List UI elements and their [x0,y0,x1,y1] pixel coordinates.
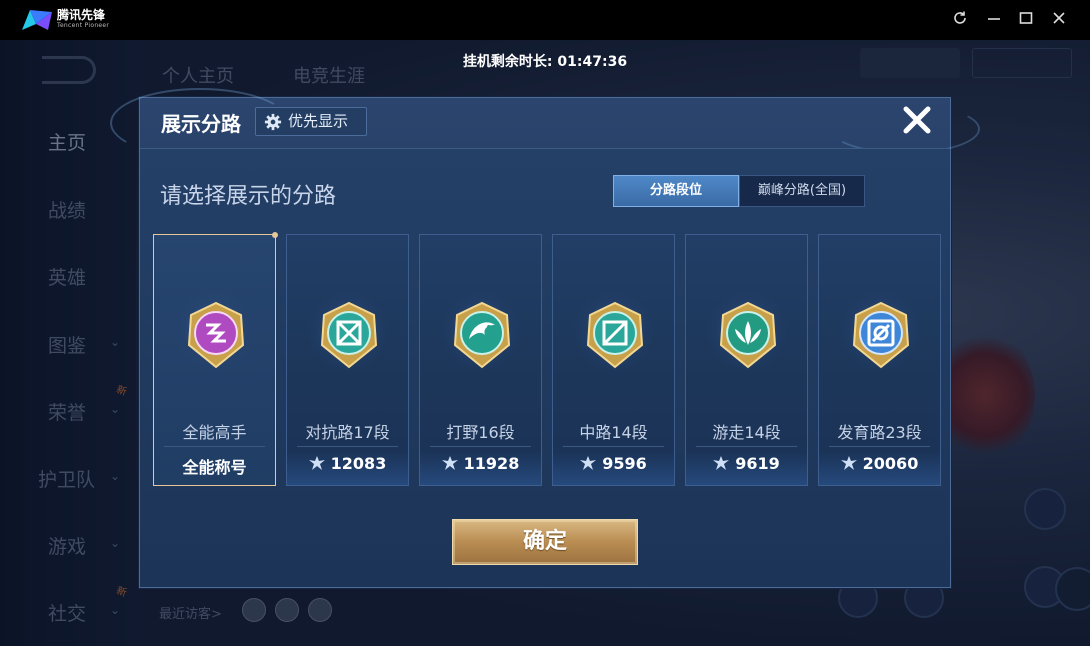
tab-peak-lane[interactable]: 巅峰分路(全国) [739,175,865,207]
selected-indicator [272,232,278,238]
lane-card-roam[interactable]: 游走14段 9619 [685,234,808,486]
jungle-emblem-icon [453,301,511,369]
lane-card-farm[interactable]: 发育路23段 20060 [818,234,941,486]
lane-card-jungle[interactable]: 打野16段 11928 [419,234,542,486]
refresh-icon[interactable] [950,10,970,30]
all-round-emblem-icon [187,301,245,369]
idle-timer: 挂机剩余时长: 01:47:36 [462,54,628,70]
lane-score: 9596 [553,454,674,478]
lane-card-mid[interactable]: 中路14段 9596 [552,234,675,486]
minimize-icon[interactable] [984,10,1004,30]
lane-name: 对抗路17段 [305,423,390,442]
confirm-button[interactable]: 确定 [452,519,638,565]
window-titlebar: 腾讯先锋 Tencent Pioneer [0,0,1090,40]
lane-score: 20060 [819,454,940,478]
lane-card-list: 全能高手 全能称号 对抗路17段 12083 打野16段 11928 中路14段… [153,232,943,486]
wheat-icon [580,456,597,470]
lane-card-clash[interactable]: 对抗路17段 12083 [286,234,409,486]
priority-display-label: 优先显示 [288,112,349,130]
wheat-icon [840,456,857,470]
tab-lane-rank[interactable]: 分路段位 [613,175,739,207]
dialog-subtitle: 请选择展示的分路 [160,184,337,209]
app-logo-icon [22,10,52,30]
priority-display-button[interactable]: 优先显示 [255,107,367,136]
app-name: 腾讯先锋 [57,8,106,22]
lane-name: 全能高手 [182,423,247,442]
maximize-icon[interactable] [1016,10,1036,30]
wheat-icon [441,456,458,470]
lane-score: 9619 [686,454,807,478]
wheat-icon [308,456,325,470]
divider [297,446,398,447]
lane-display-dialog: 展示分路 优先显示 请选择展示的分路 分路段位 巅峰分路(全国) 全能高手 全能… [110,88,980,588]
lane-card-all-round[interactable]: 全能高手 全能称号 [153,232,278,486]
dialog-close-icon[interactable] [900,103,934,137]
lane-name: 打野16段 [446,423,515,442]
clash-lane-emblem-icon [320,301,378,369]
divider [696,446,797,447]
divider [164,446,265,447]
divider [430,446,531,447]
roam-emblem-icon [719,301,777,369]
close-icon[interactable] [1049,10,1069,30]
lane-name: 中路14段 [579,423,648,442]
app-subtitle: Tencent Pioneer [57,22,110,29]
divider [829,446,930,447]
dialog-title: 展示分路 [161,112,241,136]
lane-score: 11928 [420,454,541,478]
mid-lane-emblem-icon [586,301,644,369]
lane-title-value: 全能称号 [182,458,247,477]
lane-name: 游走14段 [712,423,781,442]
lane-name: 发育路23段 [837,423,922,442]
farm-lane-emblem-icon [852,301,910,369]
lane-score: 12083 [287,454,408,478]
wheat-icon [713,456,730,470]
divider [563,446,664,447]
gear-icon [264,113,282,131]
